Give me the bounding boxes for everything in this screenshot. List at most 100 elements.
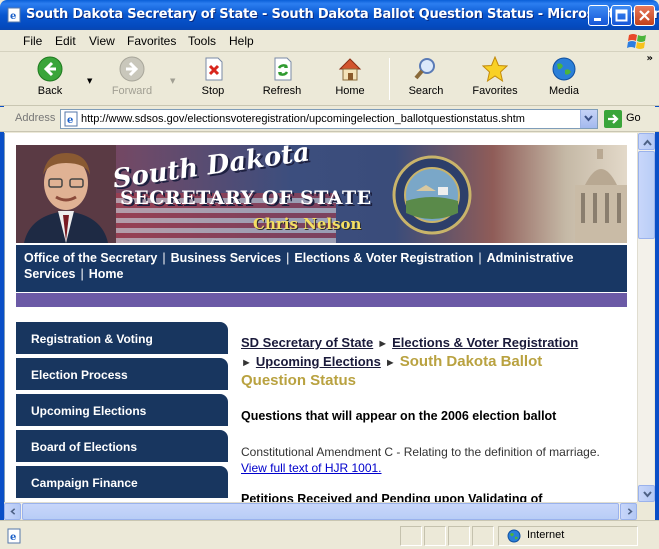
address-input[interactable]: e http://www.sdsos.gov/electionsvoteregi… [60, 109, 598, 129]
minimize-icon [594, 18, 601, 21]
scroll-up-button[interactable] [638, 133, 655, 150]
menu-edit[interactable]: Edit [55, 34, 76, 48]
menu-help[interactable]: Help [229, 34, 254, 48]
breadcrumb-sd-secretary[interactable]: SD Secretary of State [241, 335, 373, 350]
topnav-business[interactable]: Business Services [171, 251, 282, 265]
scroll-left-button[interactable] [4, 503, 21, 520]
back-label: Back [37, 85, 63, 97]
svg-text:e: e [10, 11, 16, 22]
refresh-icon [274, 57, 292, 81]
menu-bar: File Edit View Favorites Tools Help [0, 30, 659, 52]
refresh-button[interactable]: Refresh [252, 56, 312, 97]
forward-button[interactable]: Forward [102, 56, 162, 97]
chevron-left-icon [10, 508, 16, 515]
site-banner: South Dakota SECRETARY OF STATE Chris Ne… [16, 145, 627, 243]
chevron-right-icon [627, 508, 633, 515]
status-pane [448, 526, 470, 546]
amendment-paragraph: Constitutional Amendment C - Relating to… [241, 444, 613, 476]
horizontal-scrollbar[interactable] [4, 502, 637, 520]
breadcrumb: SD Secretary of State ► Elections & Voter … [241, 334, 611, 390]
sidenav-registration-voting[interactable]: Registration & Voting [16, 322, 228, 354]
search-label: Search [408, 85, 444, 97]
menu-tools[interactable]: Tools [188, 34, 216, 48]
vertical-scroll-thumb[interactable] [638, 151, 655, 239]
go-button[interactable]: Go [626, 112, 641, 124]
topnav-administrative[interactable]: Administrative [487, 251, 574, 265]
go-arrow-icon[interactable] [604, 110, 622, 128]
hjr-1001-link[interactable]: View full text of HJR 1001. [241, 461, 382, 475]
breadcrumb-arrow-icon: ► [384, 357, 396, 369]
page-viewport: South Dakota SECRETARY OF STATE Chris Ne… [4, 133, 637, 502]
topnav-services[interactable]: Services [24, 267, 75, 281]
section-heading: Questions that will appear on the 2006 e… [241, 409, 557, 423]
forward-dropdown-icon[interactable]: ▼ [170, 77, 175, 85]
address-url: http://www.sdsos.gov/electionsvoteregist… [81, 113, 525, 125]
refresh-label: Refresh [262, 85, 302, 97]
home-label: Home [335, 85, 365, 97]
accent-bar [16, 292, 627, 307]
topnav-office[interactable]: Office of the Secretary [24, 251, 157, 265]
topnav-home[interactable]: Home [89, 267, 124, 281]
security-zone: Internet [527, 529, 565, 541]
windows-logo-icon [627, 34, 646, 49]
close-icon [639, 10, 650, 21]
chevron-down-icon [584, 115, 593, 122]
top-navigation: Office of the Secretary | Business Service… [16, 243, 627, 292]
address-dropdown-button[interactable] [580, 110, 597, 128]
vertical-scrollbar[interactable] [637, 133, 655, 502]
close-button[interactable] [634, 5, 655, 26]
banner-heading: SECRETARY OF STATE [120, 187, 372, 209]
star-icon [482, 56, 508, 82]
menu-favorites[interactable]: Favorites [127, 34, 176, 48]
toolbar-chevron-icon[interactable]: » [647, 53, 653, 64]
sidenav-upcoming-elections[interactable]: Upcoming Elections [16, 394, 228, 426]
scroll-down-button[interactable] [638, 485, 655, 502]
svg-text:e: e [67, 115, 73, 126]
secretary-portrait [16, 145, 116, 243]
back-arrow-icon [37, 56, 63, 82]
capitol-building-image [575, 149, 627, 243]
internet-globe-icon [507, 529, 521, 543]
address-label: Address [15, 112, 56, 124]
breadcrumb-elections[interactable]: Elections & Voter Registration [392, 335, 578, 350]
amendment-text: Constitutional Amendment C - Relating to… [241, 445, 600, 459]
nav-separator: | [478, 251, 482, 265]
topnav-elections[interactable]: Elections & Voter Registration [294, 251, 473, 265]
maximize-button[interactable] [611, 5, 632, 26]
forward-arrow-icon [119, 56, 145, 82]
status-bar: e Internet [0, 520, 659, 549]
chevron-down-icon [643, 491, 652, 498]
media-button[interactable]: Media [534, 56, 594, 97]
ie-page-icon: e [64, 111, 78, 127]
page-done-icon: e [7, 528, 21, 544]
breadcrumb-upcoming-elections[interactable]: Upcoming Elections [256, 354, 381, 369]
nav-separator: | [80, 267, 84, 281]
menu-view[interactable]: View [89, 34, 115, 48]
horizontal-scroll-thumb[interactable] [22, 503, 619, 520]
favorites-label: Favorites [472, 85, 518, 97]
sidenav-campaign-finance[interactable]: Campaign Finance [16, 466, 228, 498]
menu-file[interactable]: File [23, 34, 42, 48]
status-pane [400, 526, 422, 546]
toolbar-separator [389, 58, 390, 100]
search-button[interactable]: Search [396, 56, 456, 97]
media-globe-icon [552, 57, 576, 81]
status-pane [472, 526, 494, 546]
home-button[interactable]: Home [320, 56, 380, 97]
window-title: South Dakota Secretary of State - South … [26, 7, 659, 22]
sidenav-board-of-elections[interactable]: Board of Elections [16, 430, 228, 462]
back-button[interactable]: Back [20, 56, 80, 97]
scroll-right-button[interactable] [620, 503, 637, 520]
stop-icon [205, 57, 223, 81]
breadcrumb-arrow-icon: ► [241, 357, 252, 369]
section-heading-2: Petitions Received and Pending upon Vali… [241, 492, 543, 502]
forward-label: Forward [111, 85, 153, 97]
title-bar: e South Dakota Secretary of State - Sout… [0, 0, 659, 30]
sidenav-election-process[interactable]: Election Process [16, 358, 228, 390]
address-bar: Address e http://www.sdsos.gov/elections… [0, 107, 659, 132]
minimize-button[interactable] [588, 5, 609, 26]
nav-separator: | [286, 251, 290, 265]
stop-button[interactable]: Stop [183, 56, 243, 97]
favorites-button[interactable]: Favorites [465, 56, 525, 97]
back-dropdown-icon[interactable]: ▼ [87, 77, 92, 85]
